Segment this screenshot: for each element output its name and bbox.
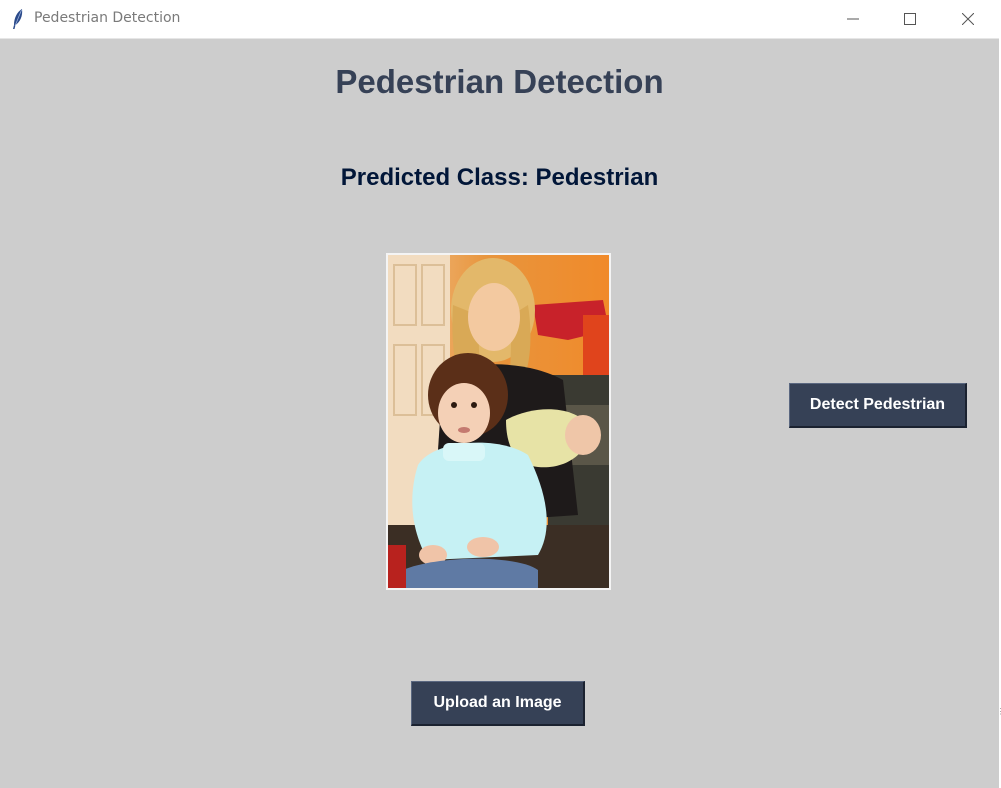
uploaded-image — [386, 253, 611, 590]
window-title: Pedestrian Detection — [34, 10, 181, 26]
resize-grip-icon[interactable]: ⋮ — [997, 708, 1001, 716]
minimize-icon — [847, 18, 859, 19]
detect-pedestrian-button[interactable]: Detect Pedestrian — [789, 383, 967, 428]
close-button[interactable] — [939, 0, 997, 37]
maximize-button[interactable] — [881, 0, 939, 37]
app-window: Pedestrian Detection Pedestrian Detectio… — [0, 0, 1001, 788]
upload-image-button[interactable]: Upload an Image — [411, 681, 585, 726]
page-title: Pedestrian Detection — [335, 63, 664, 100]
close-icon — [962, 12, 974, 25]
photo-illustration — [388, 255, 609, 588]
title-bar[interactable]: Pedestrian Detection — [0, 0, 999, 39]
maximize-icon — [904, 12, 916, 25]
minimize-button[interactable] — [824, 0, 882, 37]
feather-icon — [13, 9, 23, 29]
prediction-label: Predicted Class: Pedestrian — [340, 164, 659, 191]
